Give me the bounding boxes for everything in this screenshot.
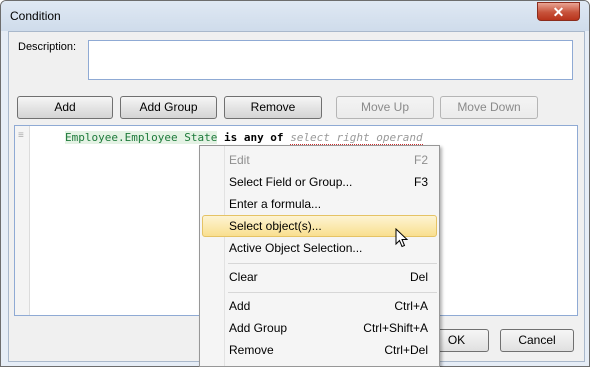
menu-separator (228, 292, 437, 293)
left-operand-field[interactable]: Employee.Employee State (65, 131, 218, 144)
add-group-button[interactable]: Add Group (120, 96, 217, 119)
window-title: Condition (10, 9, 61, 23)
menu-item-shortcut: Del (409, 270, 428, 284)
menu-item-enter-formula[interactable]: Enter a formula... (202, 193, 437, 215)
menu-item-label: Select Field or Group... (229, 175, 353, 189)
menu-item-add-group[interactable]: Add Group Ctrl+Shift+A (202, 317, 437, 339)
move-down-button[interactable]: Move Down (440, 96, 538, 119)
menu-item-label: Clear (229, 270, 258, 284)
menu-item-select-field[interactable]: Select Field or Group... F3 (202, 171, 437, 193)
right-operand-placeholder[interactable]: select right operand (290, 131, 423, 145)
menu-item-label: Select object(s)... (229, 219, 322, 233)
menu-item-label: Enter a formula... (229, 197, 322, 211)
menu-item-label: Add Group (229, 321, 288, 335)
menu-item-label: Add (229, 299, 251, 313)
context-menu: Edit F2 Select Field or Group... F3 Ente… (199, 145, 440, 367)
menu-item-label: Active Object Selection... (229, 241, 363, 255)
menu-item-shortcut: Ctrl+Shift+A (363, 321, 428, 335)
condition-expression: Employee.Employee State is any of select… (65, 131, 423, 145)
menu-separator (228, 263, 437, 264)
menu-item-shortcut: Ctrl+Del (384, 343, 428, 357)
title-bar[interactable]: Condition ✕ (1, 1, 589, 31)
mouse-pointer-icon (395, 228, 409, 248)
description-label: Description: (18, 41, 77, 53)
menu-item-shortcut: F2 (413, 153, 428, 167)
close-icon: ✕ (552, 4, 565, 20)
editor-gutter: ≡ (15, 126, 30, 315)
menu-item-edit[interactable]: Edit F2 (202, 149, 437, 171)
operator[interactable]: is any of (224, 131, 284, 144)
move-up-button[interactable]: Move Up (336, 96, 434, 119)
remove-button[interactable]: Remove (224, 96, 322, 119)
menu-item-shortcut: F3 (413, 175, 428, 189)
close-button[interactable]: ✕ (537, 2, 580, 21)
menu-item-remove[interactable]: Remove Ctrl+Del (202, 339, 437, 361)
add-button[interactable]: Add (17, 96, 113, 119)
cancel-button[interactable]: Cancel (500, 329, 574, 352)
drag-handle-icon[interactable]: ≡ (18, 130, 24, 141)
menu-item-label: Remove (229, 343, 274, 357)
menu-item-clear[interactable]: Clear Del (202, 266, 437, 288)
description-field[interactable] (88, 40, 573, 80)
menu-item-shortcut: Ctrl+A (394, 299, 428, 313)
menu-item-add[interactable]: Add Ctrl+A (202, 295, 437, 317)
menu-item-label: Edit (229, 153, 250, 167)
